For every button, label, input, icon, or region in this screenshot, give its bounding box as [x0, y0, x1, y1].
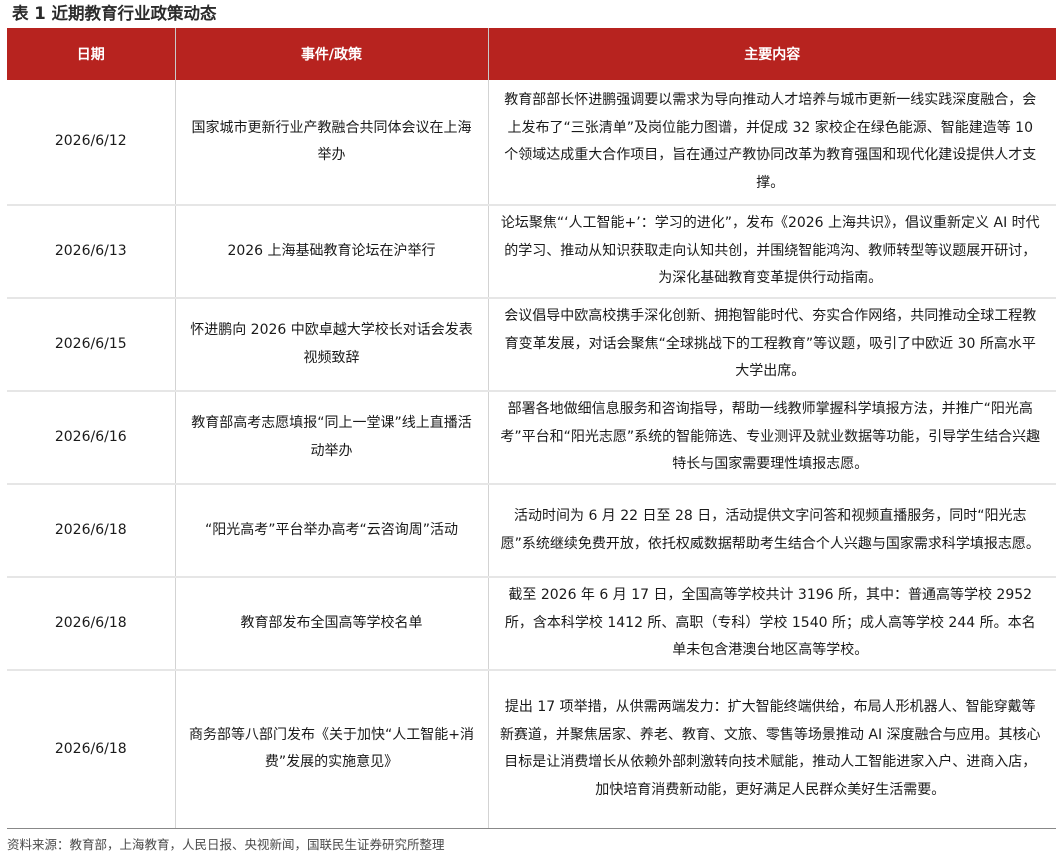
table-row: 2026/6/15 怀进鹏向 2026 中欧卓越大学校长对话会发表视频致辞 会议…: [7, 298, 1056, 392]
table-title: 表 1 近期教育行业政策动态: [12, 4, 217, 23]
cell-content: 论坛聚焦“‘人工智能+’：学习的进化”，发布《2026 上海共识》，倡议重新定义…: [488, 205, 1056, 299]
source-note: 资料来源：教育部，上海教育，人民日报、央视新闻，国联民生证券研究所整理: [7, 837, 445, 852]
cell-event: 2026 上海基础教育论坛在沪举行: [175, 205, 489, 299]
cell-date: 2026/6/13: [7, 205, 176, 299]
cell-event: 怀进鹏向 2026 中欧卓越大学校长对话会发表视频致辞: [175, 298, 489, 392]
cell-event: 教育部发布全国高等学校名单: [175, 577, 489, 671]
cell-event: 商务部等八部门发布《关于加快“人工智能+消费”发展的实施意见》: [175, 670, 489, 829]
cell-event: “阳光高考”平台举办高考“云咨询周”活动: [175, 484, 489, 578]
table-row: 2026/6/18 教育部发布全国高等学校名单 截至 2026 年 6 月 17…: [7, 577, 1056, 671]
table-row: 2026/6/16 教育部高考志愿填报“同上一堂课”线上直播活动举办 部署各地做…: [7, 391, 1056, 485]
cell-event: 教育部高考志愿填报“同上一堂课”线上直播活动举办: [175, 391, 489, 485]
policy-table-container: 日期 事件/政策 主要内容 2026/6/12 国家城市更新行业产教融合共同体会…: [7, 28, 1056, 829]
cell-date: 2026/6/18: [7, 577, 176, 671]
cell-content: 活动时间为 6 月 22 日至 28 日，活动提供文字问答和视频直播服务，同时“…: [488, 484, 1056, 578]
header-date: 日期: [7, 28, 176, 80]
table-row: 2026/6/12 国家城市更新行业产教融合共同体会议在上海举办 教育部部长怀进…: [7, 80, 1056, 206]
cell-content: 提出 17 项举措，从供需两端发力：扩大智能终端供给，布局人形机器人、智能穿戴等…: [488, 670, 1056, 829]
cell-content: 截至 2026 年 6 月 17 日，全国高等学校共计 3196 所，其中：普通…: [488, 577, 1056, 671]
header-content: 主要内容: [488, 28, 1056, 80]
cell-date: 2026/6/12: [7, 80, 176, 206]
cell-date: 2026/6/16: [7, 391, 176, 485]
cell-date: 2026/6/18: [7, 484, 176, 578]
policy-table: 日期 事件/政策 主要内容 2026/6/12 国家城市更新行业产教融合共同体会…: [7, 28, 1056, 829]
table-row: 2026/6/18 商务部等八部门发布《关于加快“人工智能+消费”发展的实施意见…: [7, 670, 1056, 829]
cell-event: 国家城市更新行业产教融合共同体会议在上海举办: [175, 80, 489, 206]
cell-content: 会议倡导中欧高校携手深化创新、拥抱智能时代、夯实合作网络，共同推动全球工程教育变…: [488, 298, 1056, 392]
table-row: 2026/6/18 “阳光高考”平台举办高考“云咨询周”活动 活动时间为 6 月…: [7, 484, 1056, 578]
cell-date: 2026/6/18: [7, 670, 176, 829]
table-row: 2026/6/13 2026 上海基础教育论坛在沪举行 论坛聚焦“‘人工智能+’…: [7, 205, 1056, 299]
table-header-row: 日期 事件/政策 主要内容: [7, 28, 1056, 80]
header-event: 事件/政策: [175, 28, 489, 80]
cell-content: 部署各地做细信息服务和咨询指导，帮助一线教师掌握科学填报方法，并推广“阳光高考”…: [488, 391, 1056, 485]
cell-date: 2026/6/15: [7, 298, 176, 392]
cell-content: 教育部部长怀进鹏强调要以需求为导向推动人才培养与城市更新一线实践深度融合，会上发…: [488, 80, 1056, 206]
